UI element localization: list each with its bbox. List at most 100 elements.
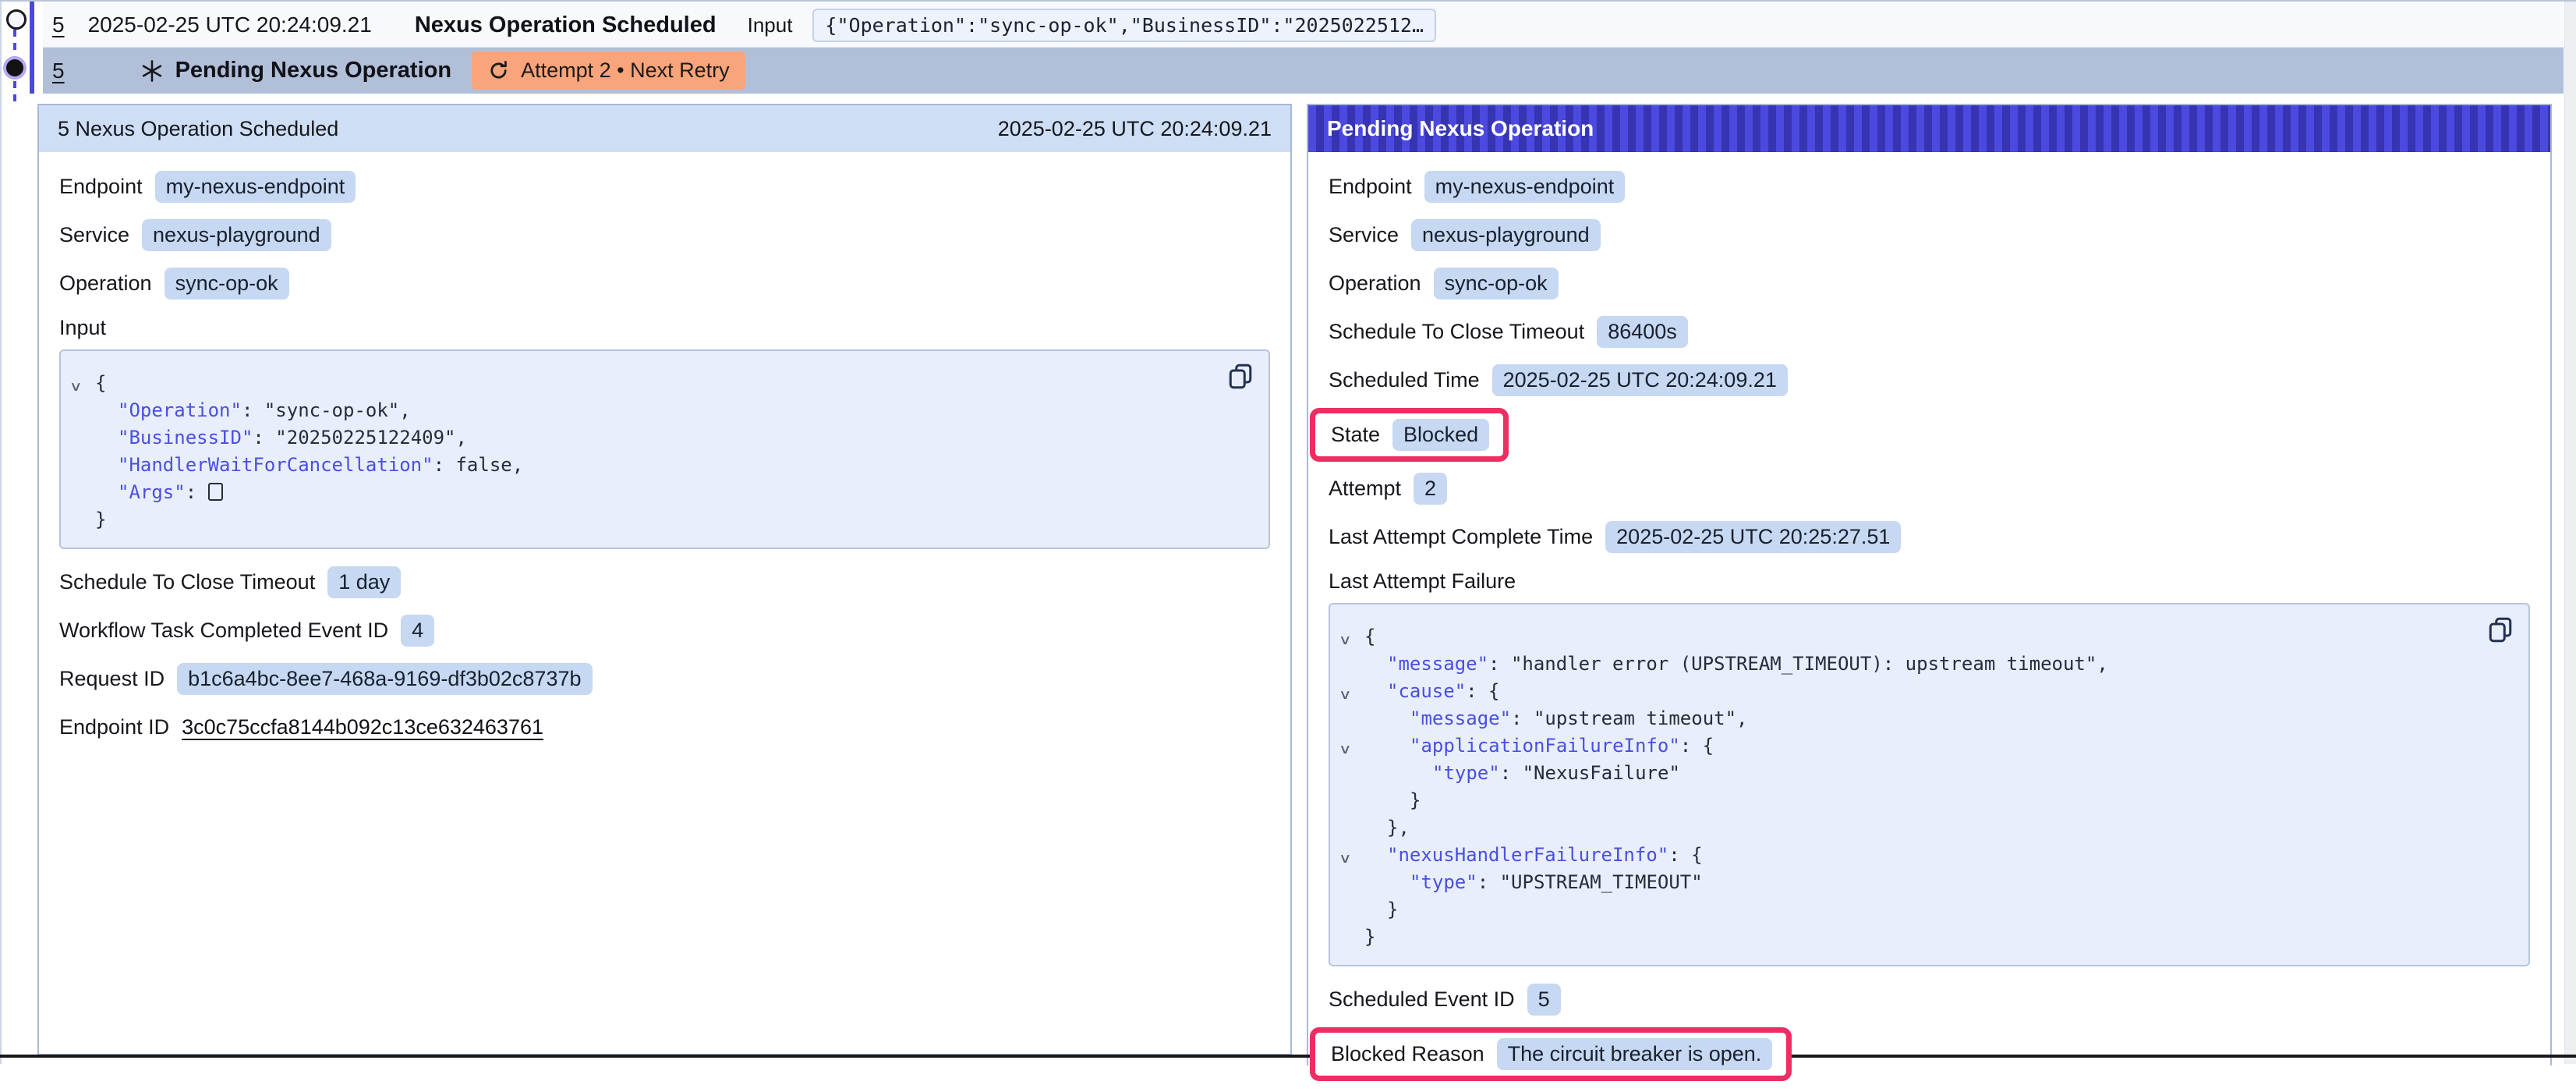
retry-status-badge: Attempt 2 • Next Retry (472, 51, 745, 90)
timeline-filled-circle-icon[interactable] (6, 59, 23, 76)
failure-section-label: Last Attempt Failure (1329, 569, 2530, 594)
json-token: : (1488, 653, 1511, 675)
field-value-badge: 4 (401, 615, 434, 647)
field-value-link[interactable]: 3c0c75ccfa8144b092c13ce632463761 (182, 715, 543, 739)
field-schedule-to-close-timeout: Schedule To Close Timeout 86400s (1329, 316, 2530, 348)
field-value-badge: Blocked (1392, 419, 1489, 451)
json-token: "applicationFailureInfo" (1410, 735, 1680, 757)
field-attempt: Attempt 2 (1329, 473, 2530, 505)
json-line: "type": "UPSTREAM_TIMEOUT" (1330, 869, 2528, 896)
json-token: : (1500, 762, 1523, 784)
field-label: Workflow Task Completed Event ID (59, 619, 388, 643)
field-scheduled-time: Scheduled Time2025-02-25 UTC 20:24:09.21 (1329, 364, 2530, 396)
json-line: "Args": [] (61, 479, 1269, 506)
event-input-label: Input (748, 13, 793, 37)
field-blocked-reason: Blocked Reason The circuit breaker is ope… (1310, 1027, 1792, 1081)
field-operation: Operationsync-op-ok (59, 268, 1270, 300)
field-value-badge: 5 (1527, 984, 1561, 1016)
field-workflow-task-completed-event-id: Workflow Task Completed Event ID 4 (59, 615, 1270, 647)
field-value-badge: 2 (1414, 473, 1447, 505)
json-token: : { (1466, 680, 1499, 702)
input-json-viewer: ∨{"Operation": "sync-op-ok","BusinessID"… (59, 349, 1270, 549)
field-label: Schedule To Close Timeout (59, 570, 315, 594)
left-panel-fields-top: Endpointmy-nexus-endpointServicenexus-pl… (59, 171, 1270, 300)
json-token: false (455, 454, 511, 476)
json-token: , (2097, 653, 2107, 675)
event-timestamp: 2025-02-25 UTC 20:24:09.21 (88, 12, 372, 37)
field-state: StateBlocked (1310, 408, 1509, 462)
json-token: { (95, 372, 106, 394)
field-value-badge: nexus-playground (142, 219, 331, 251)
field-label: Attempt (1329, 477, 1401, 501)
json-token: "Operation" (118, 399, 242, 421)
json-line: "message": "handler error (UPSTREAM_TIME… (1330, 651, 2528, 678)
scheduled-event-panel-header: 5 Nexus Operation Scheduled 2025-02-25 U… (39, 105, 1290, 152)
json-line: ∨"applicationFailureInfo": { (1330, 732, 2528, 760)
field-request-id: Request IDb1c6a4bc-8ee7-468a-9169-df3b02… (59, 663, 1270, 695)
json-line: "BusinessID": "20250225122409", (61, 424, 1269, 452)
retry-status-text: Attempt 2 • Next Retry (521, 58, 730, 83)
json-line: "message": "upstream timeout", (1330, 705, 2528, 732)
timeline-rail (0, 2, 43, 134)
json-token: }, (1387, 817, 1410, 838)
field-value-badge: my-nexus-endpoint (1424, 171, 1626, 203)
json-line: } (1330, 787, 2528, 814)
field-label: Service (59, 223, 129, 247)
field-value-badge: The circuit breaker is open. (1497, 1038, 1773, 1070)
json-token: : (186, 481, 208, 503)
json-token: "upstream timeout" (1534, 707, 1736, 729)
json-token: "message" (1410, 707, 1511, 729)
field-last-attempt-complete-time: Last Attempt Complete Time2025-02-25 UTC… (1329, 521, 2530, 553)
field-label: Endpoint (1329, 175, 1412, 199)
timeline-open-circle-icon[interactable] (6, 9, 27, 30)
left-border (0, 2, 2, 1064)
json-token: { (1364, 626, 1375, 647)
event-id-link[interactable]: 5 (52, 58, 65, 83)
json-token: "sync-op-ok" (264, 399, 399, 421)
json-token: : { (1680, 735, 1714, 757)
panel-timestamp: 2025-02-25 UTC 20:24:09.21 (998, 117, 1272, 141)
field-label: Operation (59, 271, 152, 296)
field-service: Service nexus-playground (59, 219, 1270, 251)
field-endpoint: Endpoint my-nexus-endpoint (1329, 171, 2530, 203)
json-line: ∨"cause": { (1330, 678, 2528, 705)
bottom-divider (0, 1055, 2576, 1058)
event-input-preview[interactable]: {"Operation":"sync-op-ok","BusinessID":"… (812, 9, 1436, 42)
field-label: Endpoint ID (59, 715, 169, 739)
field-value-badge: 86400s (1597, 316, 1688, 348)
event-id-link[interactable]: 5 (52, 12, 65, 37)
timeline-dash-connector (13, 81, 16, 103)
json-line: } (1330, 896, 2528, 924)
json-line: } (1330, 924, 2528, 951)
field-service: Servicenexus-playground (1329, 219, 2530, 251)
json-token: } (1410, 789, 1421, 811)
field-value-badge: sync-op-ok (1434, 268, 1559, 300)
field-schedule-to-close-timeout: Schedule To Close Timeout 1 day (59, 566, 1270, 598)
json-line: ∨{ (1330, 623, 2528, 651)
json-line: ∨"nexusHandlerFailureInfo": { (1330, 842, 2528, 869)
event-row-scheduled[interactable]: 5 2025-02-25 UTC 20:24:09.21 Nexus Opera… (43, 3, 2564, 48)
field-endpoint-id: Endpoint ID 3c0c75ccfa8144b092c13ce632463… (59, 711, 1270, 743)
json-token: , (1736, 707, 1747, 729)
json-token: : (242, 399, 264, 421)
panel-title: 5 Nexus Operation Scheduled (58, 117, 338, 141)
field-label: Request ID (59, 667, 165, 691)
json-token: [] (208, 483, 223, 501)
vertical-scrollbar[interactable] (2564, 2, 2576, 1064)
field-label: Scheduled Event ID (1329, 987, 1515, 1012)
field-value-badge: 2025-02-25 UTC 20:24:09.21 (1492, 364, 1788, 396)
field-value-badge: 1 day (327, 566, 401, 598)
json-token: : (1511, 707, 1534, 729)
json-line: }, (1330, 814, 2528, 842)
json-token: : { (1668, 844, 1702, 866)
json-token: "NexusFailure" (1523, 762, 1680, 784)
field-label: Blocked Reason (1331, 1042, 1484, 1066)
panel-title: Pending Nexus Operation (1327, 116, 1594, 141)
timeline-dash-connector (13, 30, 16, 58)
json-token: "nexusHandlerFailureInfo" (1387, 844, 1668, 866)
event-row-pending-selected[interactable]: 5 Pending Nexus Operation Attempt 2 • Ne… (43, 48, 2564, 94)
json-token: "message" (1387, 653, 1488, 675)
field-scheduled-event-id: Scheduled Event ID 5 (1329, 984, 2530, 1016)
right-panel-fields-top: Endpoint my-nexus-endpoint Servicenexus-pl… (1329, 171, 2530, 553)
field-label: Schedule To Close Timeout (1329, 320, 1584, 344)
